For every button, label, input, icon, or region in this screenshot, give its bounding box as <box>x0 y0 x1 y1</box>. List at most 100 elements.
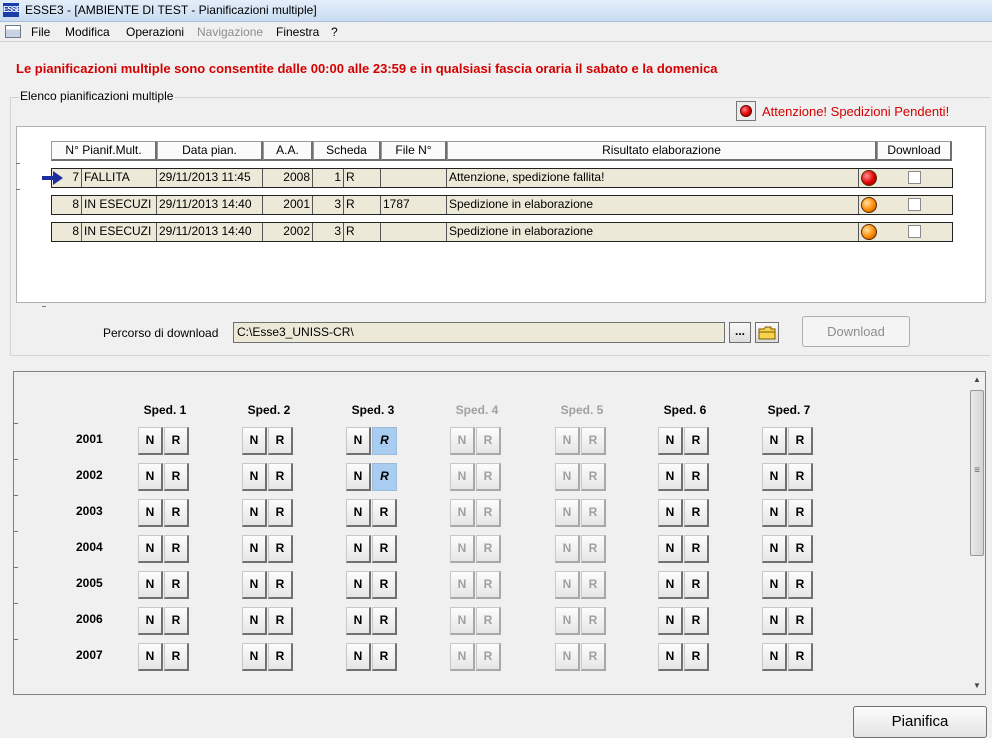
r-button[interactable]: R <box>372 463 397 491</box>
menu-help[interactable]: ? <box>331 25 338 39</box>
vertical-scrollbar[interactable]: ▲ ≡ ▼ <box>969 372 985 694</box>
n-button[interactable]: N <box>242 535 267 563</box>
r-button[interactable]: R <box>268 607 293 635</box>
n-button[interactable]: N <box>346 643 371 671</box>
r-button[interactable]: R <box>788 571 813 599</box>
table-row[interactable]: 8 IN ESECUZI 29/11/2013 14:40 2002 3 R S… <box>51 222 953 242</box>
menu-finestra[interactable]: Finestra <box>276 25 319 39</box>
pianifica-button[interactable]: Pianifica <box>853 706 987 738</box>
n-button[interactable]: N <box>138 571 163 599</box>
r-button[interactable]: R <box>684 607 709 635</box>
n-button[interactable]: N <box>762 463 787 491</box>
r-button[interactable]: R <box>684 463 709 491</box>
n-button[interactable]: N <box>242 571 267 599</box>
folder-button[interactable] <box>755 322 779 343</box>
download-path-field[interactable]: C:\Esse3_UNISS-CR\ <box>233 322 725 343</box>
menu-modifica[interactable]: Modifica <box>65 25 110 39</box>
n-button[interactable]: N <box>658 499 683 527</box>
r-button[interactable]: R <box>164 535 189 563</box>
r-button[interactable]: R <box>268 571 293 599</box>
n-button[interactable]: N <box>346 535 371 563</box>
scroll-up-icon[interactable]: ▲ <box>969 372 985 388</box>
menu-file[interactable]: File <box>31 25 50 39</box>
n-button[interactable]: N <box>658 607 683 635</box>
r-button[interactable]: R <box>684 499 709 527</box>
n-button[interactable]: N <box>138 643 163 671</box>
menu-operazioni[interactable]: Operazioni <box>126 25 184 39</box>
download-button[interactable]: Download <box>802 316 910 347</box>
n-button[interactable]: N <box>242 499 267 527</box>
table-row[interactable]: 7 FALLITA 29/11/2013 11:45 2008 1 R Atte… <box>51 168 953 188</box>
r-button[interactable]: R <box>788 499 813 527</box>
n-button[interactable]: N <box>658 427 683 455</box>
col-header-data-pian[interactable]: Data pian. <box>157 141 263 161</box>
r-button[interactable]: R <box>164 463 189 491</box>
col-header-download[interactable]: Download <box>877 141 952 161</box>
table-row[interactable]: 8 IN ESECUZI 29/11/2013 14:40 2001 3 R 1… <box>51 195 953 215</box>
r-button[interactable]: R <box>684 535 709 563</box>
r-button[interactable]: R <box>372 427 397 455</box>
scroll-down-icon[interactable]: ▼ <box>969 678 985 694</box>
n-button[interactable]: N <box>138 607 163 635</box>
scroll-thumb[interactable]: ≡ <box>970 390 984 556</box>
r-button[interactable]: R <box>164 427 189 455</box>
r-button[interactable]: R <box>372 499 397 527</box>
col-header-risultato[interactable]: Risultato elaborazione <box>447 141 877 161</box>
col-header-scheda[interactable]: Scheda <box>313 141 381 161</box>
n-button[interactable]: N <box>346 607 371 635</box>
n-button[interactable]: N <box>138 427 163 455</box>
download-checkbox[interactable] <box>908 198 921 211</box>
n-button[interactable]: N <box>658 643 683 671</box>
r-button[interactable]: R <box>788 535 813 563</box>
r-button[interactable]: R <box>788 463 813 491</box>
n-button[interactable]: N <box>138 499 163 527</box>
cell-file <box>381 169 447 187</box>
r-button[interactable]: R <box>788 427 813 455</box>
n-button[interactable]: N <box>762 535 787 563</box>
r-button[interactable]: R <box>788 643 813 671</box>
download-checkbox[interactable] <box>908 171 921 184</box>
r-button[interactable]: R <box>164 607 189 635</box>
r-button[interactable]: R <box>268 427 293 455</box>
r-button[interactable]: R <box>268 535 293 563</box>
n-button[interactable]: N <box>762 571 787 599</box>
folder-icon <box>758 326 776 339</box>
r-button[interactable]: R <box>372 571 397 599</box>
r-button[interactable]: R <box>164 571 189 599</box>
r-button[interactable]: R <box>164 643 189 671</box>
col-header-n-pianif[interactable]: N° Pianif.Mult. <box>51 141 157 161</box>
browse-button[interactable]: ... <box>729 322 751 343</box>
n-button[interactable]: N <box>762 427 787 455</box>
n-button[interactable]: N <box>762 607 787 635</box>
n-button[interactable]: N <box>346 463 371 491</box>
r-button[interactable]: R <box>268 463 293 491</box>
n-button[interactable]: N <box>346 571 371 599</box>
document-icon[interactable] <box>5 25 21 38</box>
r-button[interactable]: R <box>268 643 293 671</box>
r-button[interactable]: R <box>164 499 189 527</box>
r-button[interactable]: R <box>788 607 813 635</box>
n-button[interactable]: N <box>242 643 267 671</box>
col-header-file[interactable]: File N° <box>381 141 447 161</box>
n-button[interactable]: N <box>762 499 787 527</box>
r-button[interactable]: R <box>372 643 397 671</box>
r-button[interactable]: R <box>372 607 397 635</box>
n-button[interactable]: N <box>242 607 267 635</box>
r-button[interactable]: R <box>268 499 293 527</box>
r-button[interactable]: R <box>684 427 709 455</box>
r-button[interactable]: R <box>684 643 709 671</box>
n-button[interactable]: N <box>762 643 787 671</box>
n-button[interactable]: N <box>138 463 163 491</box>
n-button[interactable]: N <box>658 571 683 599</box>
n-button[interactable]: N <box>658 463 683 491</box>
r-button[interactable]: R <box>372 535 397 563</box>
n-button[interactable]: N <box>242 427 267 455</box>
col-header-aa[interactable]: A.A. <box>263 141 313 161</box>
download-checkbox[interactable] <box>908 225 921 238</box>
n-button[interactable]: N <box>346 499 371 527</box>
r-button[interactable]: R <box>684 571 709 599</box>
n-button[interactable]: N <box>242 463 267 491</box>
n-button[interactable]: N <box>658 535 683 563</box>
n-button[interactable]: N <box>346 427 371 455</box>
n-button[interactable]: N <box>138 535 163 563</box>
